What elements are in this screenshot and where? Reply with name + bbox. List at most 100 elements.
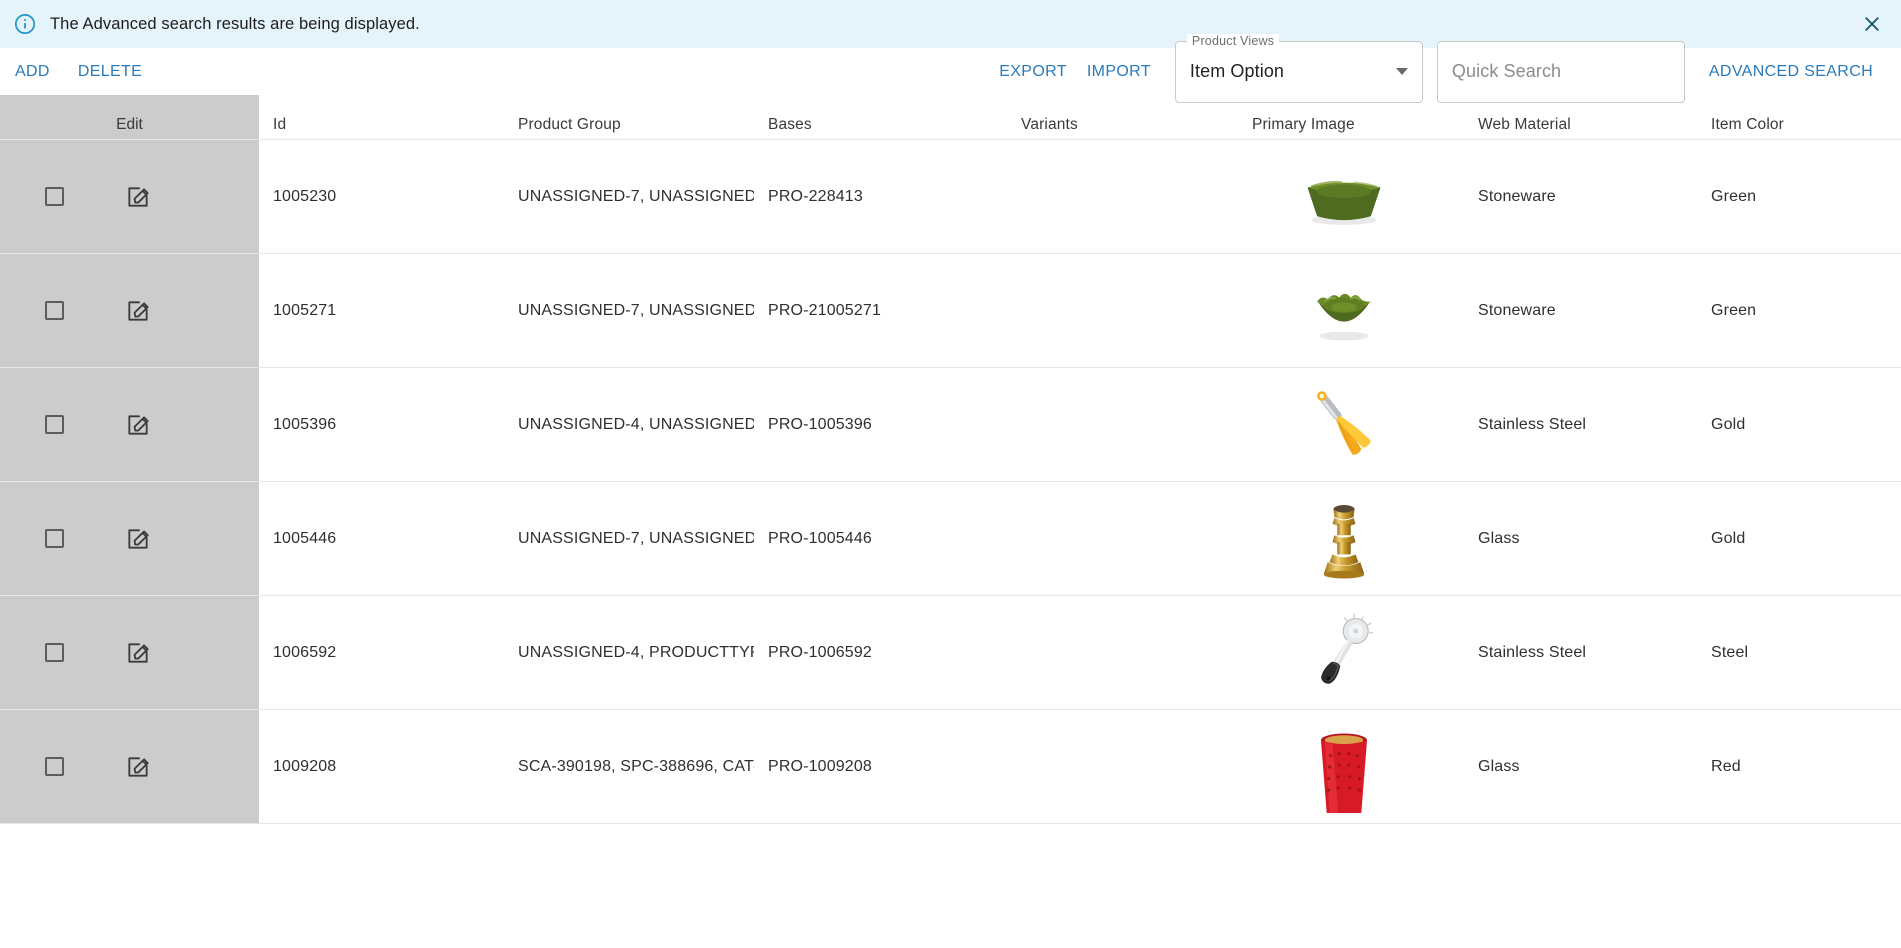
row-select-checkbox[interactable] (44, 643, 64, 662)
cell-item-color: Gold (1711, 529, 1746, 547)
cell-product-group: UNASSIGNED-7, UNASSIGNED, PR (518, 529, 754, 547)
cell-bases: PRO-1005396 (768, 415, 872, 433)
column-header-bases: Bases (768, 116, 812, 133)
info-circle-icon (14, 13, 36, 35)
row-edit-button-wrap (108, 298, 168, 324)
import-button[interactable]: IMPORT (1077, 57, 1161, 87)
product-thumbnail-red-textured-glass-tumbler (1296, 721, 1392, 813)
product-thumbnail-yellow-silicone-kitchen-tongs (1296, 379, 1392, 471)
column-header-variants: Variants (1021, 116, 1078, 133)
product-thumbnail-stainless-steel-pasta-server (1296, 607, 1392, 699)
column-header-edit: Edit (0, 95, 259, 139)
cell-id: 1005396 (273, 415, 337, 433)
table-header-row: Edit Id Product Group Bases Variants Pri… (0, 95, 1901, 140)
cell-primary-image (1232, 710, 1456, 823)
cell-web-material: Stainless Steel (1478, 643, 1587, 661)
row-edit-button-wrap (108, 412, 168, 438)
product-views-select[interactable]: Product Views Item Option (1174, 33, 1423, 103)
row-select-checkbox-wrap (0, 757, 108, 776)
column-header-primary-image: Primary Image (1252, 116, 1355, 133)
cell-bases: PRO-1009208 (768, 757, 872, 775)
cell-primary-image (1232, 140, 1456, 253)
advanced-search-button[interactable]: ADVANCED SEARCH (1685, 57, 1891, 87)
edit-pencil-icon[interactable] (125, 754, 151, 780)
product-thumbnail-green-scalloped-stoneware-bowl (1296, 265, 1392, 357)
row-edit-cell (0, 482, 259, 595)
edit-pencil-icon[interactable] (125, 412, 151, 438)
close-icon[interactable] (1859, 11, 1885, 37)
cell-item-color: Red (1711, 757, 1741, 775)
cell-id: 1005271 (273, 301, 337, 319)
edit-pencil-icon[interactable] (125, 298, 151, 324)
export-button[interactable]: EXPORT (989, 57, 1077, 87)
product-views-value: Item Option (1189, 61, 1285, 81)
product-thumbnail-gold-mercury-glass-candlestick-holder (1296, 493, 1392, 585)
row-select-checkbox[interactable] (44, 757, 64, 776)
chevron-down-icon[interactable] (1395, 68, 1408, 75)
cell-item-color: Steel (1711, 643, 1749, 661)
cell-product-group: UNASSIGNED-4, PRODUCTTYPE_H (518, 643, 754, 661)
delete-button[interactable]: DELETE (68, 57, 152, 87)
cell-primary-image (1232, 254, 1456, 367)
table-row[interactable]: 1005446 UNASSIGNED-7, UNASSIGNED, PR PRO… (0, 482, 1901, 596)
cell-web-material: Stainless Steel (1478, 415, 1587, 433)
cell-primary-image (1232, 596, 1456, 709)
cell-web-material: Stoneware (1478, 187, 1556, 205)
cell-web-material: Glass (1478, 529, 1520, 547)
cell-item-color: Green (1711, 301, 1757, 319)
row-edit-cell (0, 254, 259, 367)
cell-web-material: Glass (1478, 757, 1520, 775)
table-row[interactable]: 1005271 UNASSIGNED-7, UNASSIGNED, PR PRO… (0, 254, 1901, 368)
cell-bases: PRO-228413 (768, 187, 863, 205)
edit-pencil-icon[interactable] (125, 526, 151, 552)
cell-variants (1007, 710, 1232, 823)
cell-product-group: UNASSIGNED-7, UNASSIGNED, PR (518, 301, 754, 319)
cell-item-color: Green (1711, 187, 1757, 205)
edit-pencil-icon[interactable] (125, 184, 151, 210)
action-toolbar: ADD DELETE EXPORT IMPORT Product Views I… (0, 33, 1901, 103)
product-grid: Edit Id Product Group Bases Variants Pri… (0, 95, 1901, 940)
cell-id: 1006592 (273, 643, 337, 661)
column-header-id: Id (273, 116, 287, 133)
row-edit-cell (0, 596, 259, 709)
cell-id: 1009208 (273, 757, 337, 775)
row-edit-button-wrap (108, 526, 168, 552)
row-select-checkbox-wrap (0, 415, 108, 434)
table-row[interactable]: 1005396 UNASSIGNED-4, UNASSIGNED, PR PRO… (0, 368, 1901, 482)
table-row[interactable]: 1005230 UNASSIGNED-7, UNASSIGNED, PR PRO… (0, 140, 1901, 254)
quick-search-placeholder: Quick Search (1451, 61, 1562, 81)
table-row[interactable]: 1006592 UNASSIGNED-4, PRODUCTTYPE_H PRO-… (0, 596, 1901, 710)
column-header-item-color: Item Color (1711, 116, 1784, 133)
add-button[interactable]: ADD (12, 57, 60, 87)
cell-bases: PRO-21005271 (768, 301, 881, 319)
row-select-checkbox[interactable] (44, 301, 64, 320)
toolbar-right-actions: EXPORT IMPORT Product Views Item Option … (989, 33, 1891, 103)
cell-web-material: Stoneware (1478, 301, 1556, 319)
cell-primary-image (1232, 482, 1456, 595)
row-select-checkbox-wrap (0, 529, 108, 548)
row-select-checkbox[interactable] (44, 529, 64, 548)
row-edit-button-wrap (108, 754, 168, 780)
row-edit-button-wrap (108, 640, 168, 666)
row-edit-cell (0, 140, 259, 253)
edit-pencil-icon[interactable] (125, 640, 151, 666)
row-edit-cell (0, 368, 259, 481)
table-row[interactable]: 1009208 SCA-390198, SPC-388696, CAT-388 … (0, 710, 1901, 824)
row-select-checkbox-wrap (0, 301, 108, 320)
banner-message: The Advanced search results are being di… (50, 14, 420, 33)
row-select-checkbox-wrap (0, 187, 108, 206)
cell-product-group: UNASSIGNED-4, UNASSIGNED, PR (518, 415, 754, 433)
row-select-checkbox[interactable] (44, 415, 64, 434)
column-header-product-group: Product Group (518, 116, 621, 133)
cell-id: 1005230 (273, 187, 337, 205)
cell-variants (1007, 596, 1232, 709)
cell-variants (1007, 482, 1232, 595)
quick-search-field[interactable]: Quick Search (1436, 40, 1685, 103)
product-views-legend: Product Views (1186, 33, 1280, 48)
cell-variants (1007, 368, 1232, 481)
row-select-checkbox[interactable] (44, 187, 64, 206)
cell-product-group: SCA-390198, SPC-388696, CAT-388 (518, 757, 754, 775)
cell-variants (1007, 254, 1232, 367)
row-select-checkbox-wrap (0, 643, 108, 662)
table-body: 1005230 UNASSIGNED-7, UNASSIGNED, PR PRO… (0, 140, 1901, 940)
